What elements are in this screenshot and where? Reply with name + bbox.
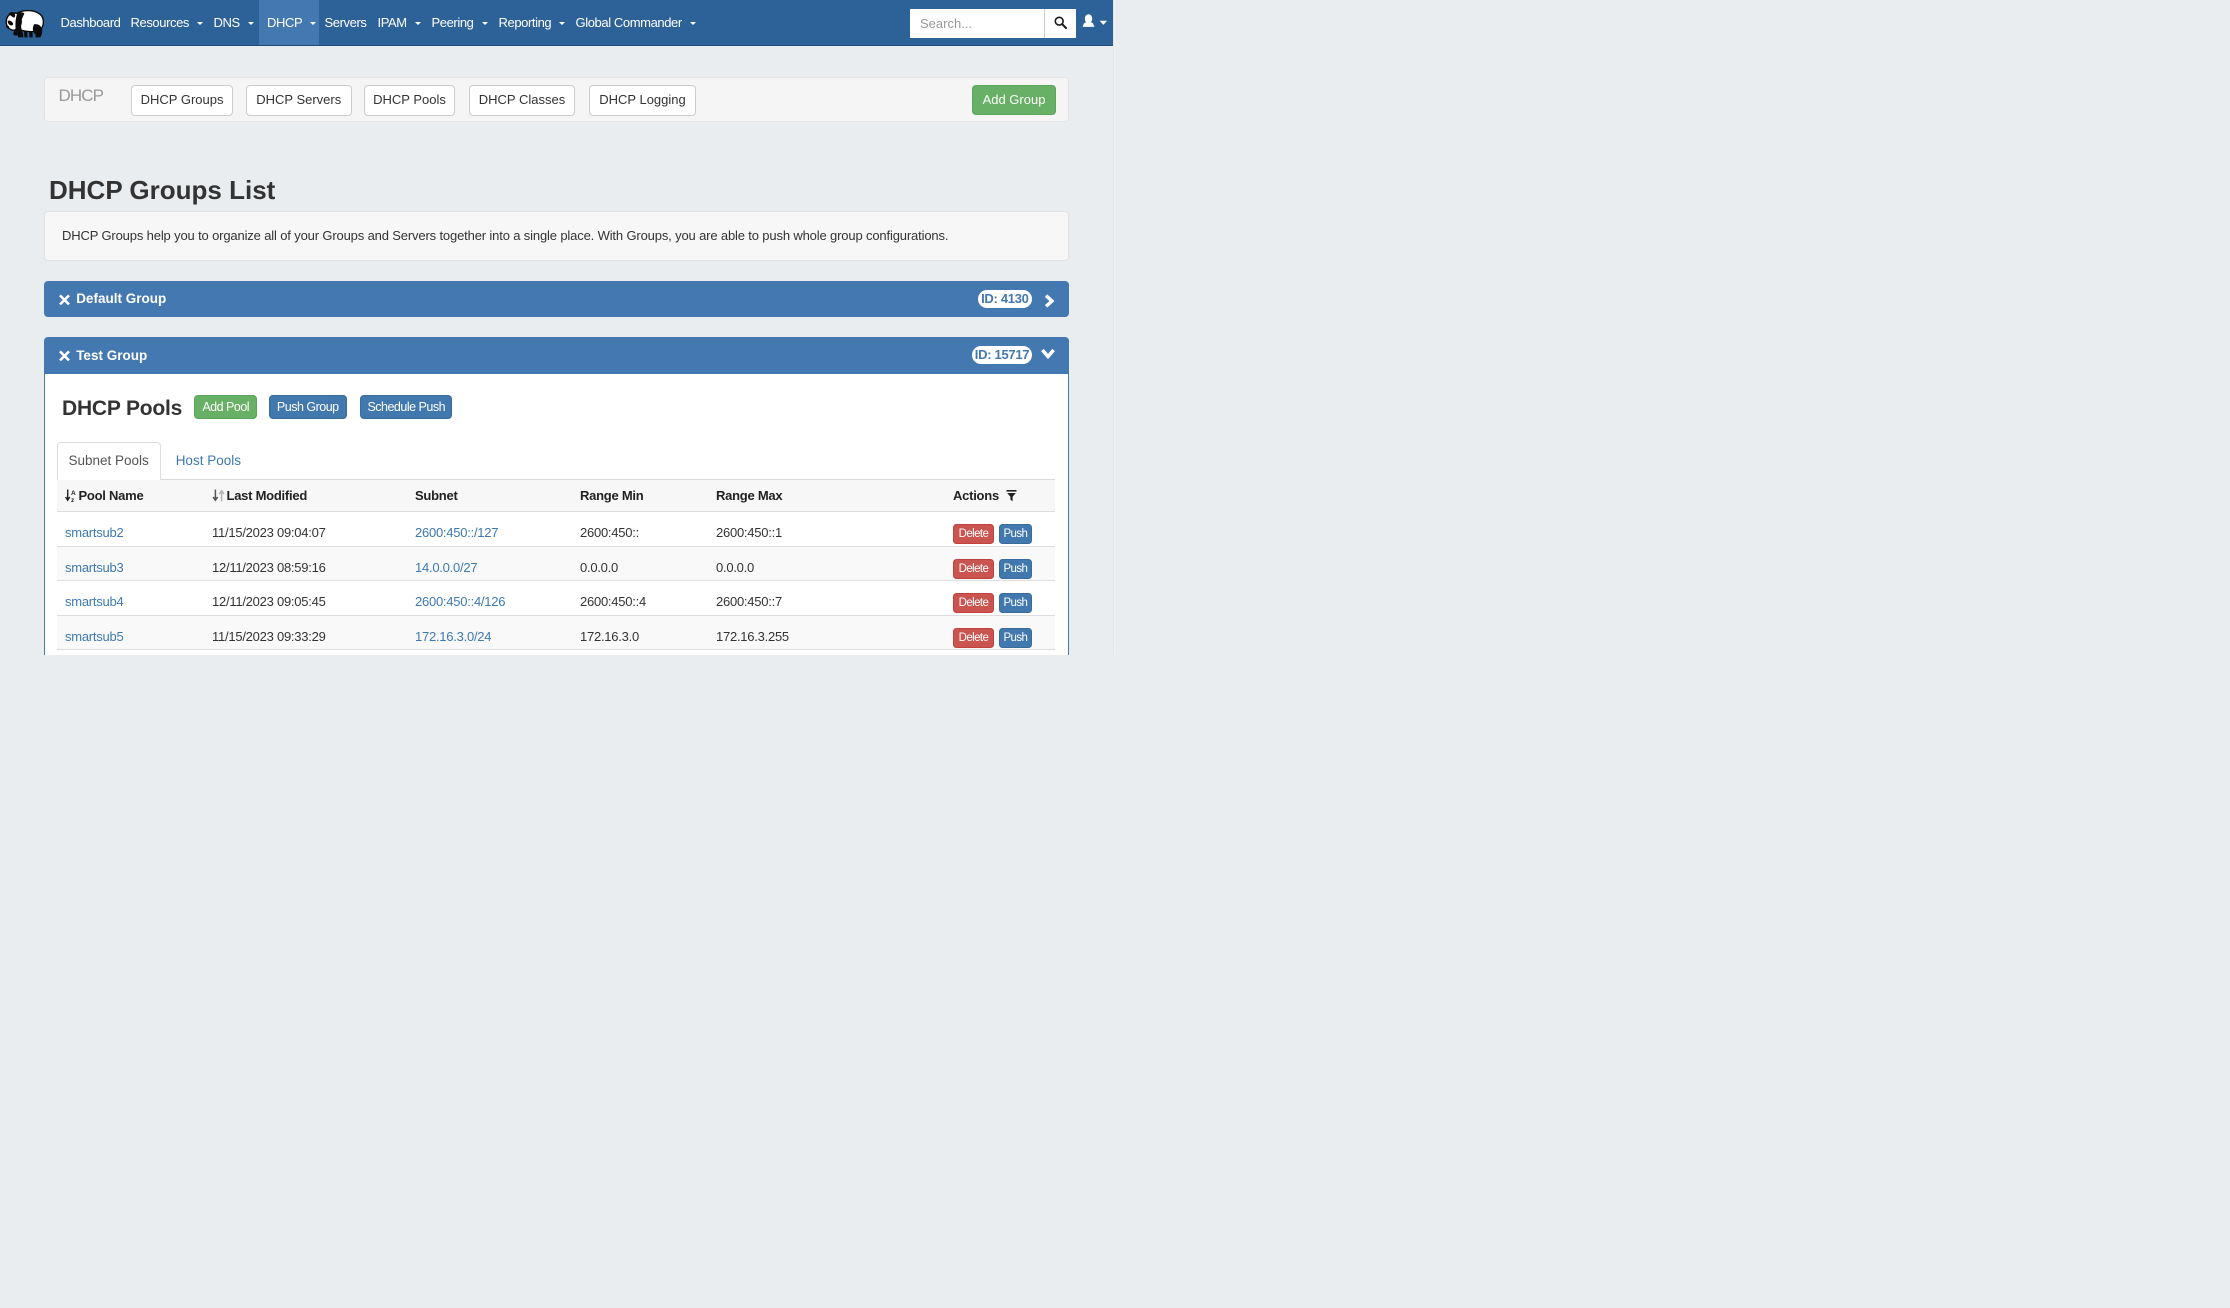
svg-text:z: z [71,497,75,502]
